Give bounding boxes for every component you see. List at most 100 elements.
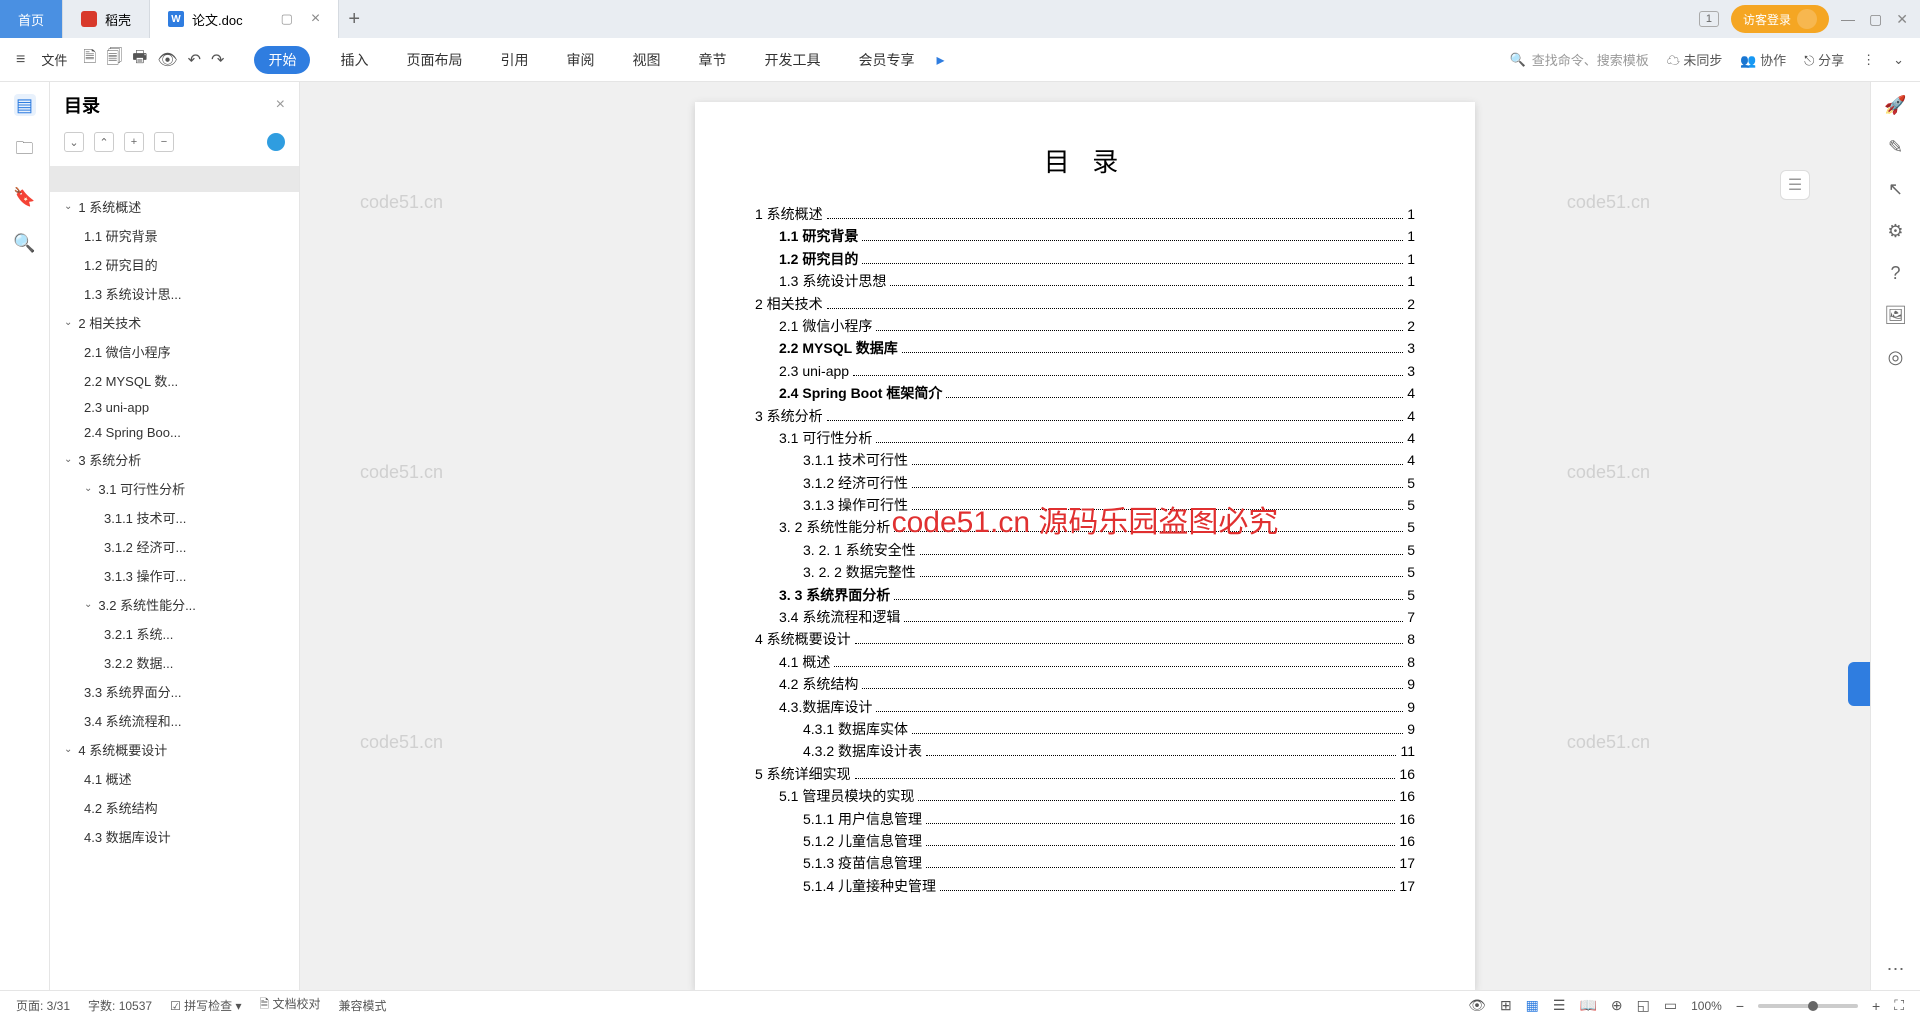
toc-entry[interactable]: 1.1 研究背景1 — [755, 225, 1415, 247]
fullscreen-icon[interactable]: ⛶ — [1894, 997, 1904, 1014]
outline-item[interactable]: 1.2 研究目的 — [50, 250, 299, 279]
collapse-all-icon[interactable]: ⌄ — [64, 132, 84, 152]
maximize-icon[interactable]: ▢ — [1869, 11, 1882, 28]
chevron-down-icon[interactable]: ⌄ — [64, 201, 72, 212]
image-icon[interactable]: 🖼 — [1885, 304, 1907, 326]
ribbon-开始[interactable]: 开始 — [254, 46, 310, 74]
outline-item[interactable]: ⌄1 系统概述 — [50, 192, 299, 221]
toc-entry[interactable]: 2.4 Spring Boot 框架简介4 — [755, 382, 1415, 404]
toc-entry[interactable]: 3.1.1 技术可行性4 — [755, 449, 1415, 471]
ribbon-视图[interactable]: 视图 — [624, 46, 668, 74]
toc-entry[interactable]: 2.3 uni-app3 — [755, 360, 1415, 382]
guest-login-button[interactable]: 访客登录 — [1731, 5, 1829, 33]
toc-entry[interactable]: 1.3 系统设计思想1 — [755, 270, 1415, 292]
view-outline-icon[interactable]: ☰ — [1553, 997, 1566, 1014]
redo-icon[interactable]: ↷ — [211, 50, 224, 70]
outline-item[interactable]: 3.4 系统流程和... — [50, 706, 299, 735]
toc-entry[interactable]: 2 相关技术2 — [755, 293, 1415, 315]
share-button[interactable]: ⎋ 分享 — [1804, 50, 1844, 69]
chevron-down-icon[interactable]: ⌄ — [64, 744, 72, 755]
remove-heading-icon[interactable]: − — [154, 132, 174, 152]
toc-entry[interactable]: 3.1 可行性分析4 — [755, 427, 1415, 449]
outline-item[interactable]: 4.2 系统结构 — [50, 793, 299, 822]
tab-document[interactable]: W 论文.doc ▢ × — [150, 0, 339, 38]
toc-entry[interactable]: 3. 2. 1 系统安全性5 — [755, 539, 1415, 561]
toc-entry[interactable]: 2.1 微信小程序2 — [755, 315, 1415, 337]
pen-icon[interactable]: ✎ — [1885, 136, 1907, 158]
zoom-thumb[interactable] — [1808, 1001, 1818, 1011]
ribbon-页面布局[interactable]: 页面布局 — [398, 46, 470, 74]
outline-item[interactable]: 3.1.3 操作可... — [50, 561, 299, 590]
toc-entry[interactable]: 4 系统概要设计8 — [755, 628, 1415, 650]
outline-item[interactable]: 3.1.1 技术可... — [50, 503, 299, 532]
command-search[interactable]: 🔍查找命令、搜索模板 — [1510, 50, 1649, 69]
zoom-slider[interactable] — [1758, 1004, 1858, 1008]
toc-entry[interactable]: 4.1 概述8 — [755, 651, 1415, 673]
chevron-down-icon[interactable]: ⌄ — [84, 599, 92, 610]
ribbon-审阅[interactable]: 审阅 — [558, 46, 602, 74]
compat-mode[interactable]: 兼容模式 — [339, 997, 387, 1014]
outline-item[interactable]: 1.3 系统设计思... — [50, 279, 299, 308]
search-rail-icon[interactable]: 🔍 — [14, 232, 36, 254]
toc-entry[interactable]: 5 系统详细实现16 — [755, 763, 1415, 785]
zoom-value[interactable]: 100% — [1691, 999, 1722, 1013]
target-icon[interactable]: ◎ — [1885, 346, 1907, 368]
tab-close-icon[interactable]: × — [311, 10, 320, 28]
outline-close-icon[interactable]: × — [276, 96, 285, 114]
toc-entry[interactable]: 5.1 管理员模块的实现16 — [755, 785, 1415, 807]
undo-icon[interactable]: ↶ — [188, 50, 201, 70]
new-tab-button[interactable]: + — [339, 0, 369, 38]
toc-entry[interactable]: 4.2 系统结构9 — [755, 673, 1415, 695]
word-count[interactable]: 字数: 10537 — [88, 997, 152, 1014]
ribbon-引用[interactable]: 引用 — [492, 46, 536, 74]
collab-button[interactable]: 👥 协作 — [1740, 50, 1786, 69]
close-icon[interactable]: ✕ — [1896, 11, 1908, 28]
outline-item[interactable] — [50, 166, 299, 192]
save-icon[interactable]: 🗎 — [83, 46, 96, 73]
toc-entry[interactable]: 1.2 研究目的1 — [755, 248, 1415, 270]
spellcheck-button[interactable]: ☑ 拼写检查 ▾ — [170, 997, 241, 1014]
outline-item[interactable]: 1.1 研究背景 — [50, 221, 299, 250]
fit-icon[interactable]: ▭ — [1664, 997, 1677, 1014]
outline-item[interactable]: ⌄2 相关技术 — [50, 308, 299, 337]
toc-entry[interactable]: 5.1.1 用户信息管理16 — [755, 808, 1415, 830]
ruler-icon[interactable]: ⊞ — [1500, 997, 1512, 1014]
menu-icon[interactable]: ≡ — [16, 51, 25, 69]
toc-entry[interactable]: 3.1.3 操作可行性5 — [755, 494, 1415, 516]
ribbon-会员专享[interactable]: 会员专享 — [850, 46, 922, 74]
toc-entry[interactable]: 4.3.数据库设计9 — [755, 696, 1415, 718]
toc-entry[interactable]: 5.1.2 儿童信息管理16 — [755, 830, 1415, 852]
outline-item[interactable]: ⌄3 系统分析 — [50, 445, 299, 474]
toc-entry[interactable]: 5.1.4 儿童接种史管理17 — [755, 875, 1415, 897]
outline-item[interactable]: 2.2 MYSQL 数... — [50, 366, 299, 395]
more-icon[interactable]: ⋮ — [1862, 52, 1875, 68]
zoom-in-icon[interactable]: + — [1872, 998, 1880, 1014]
side-handle[interactable] — [1848, 662, 1870, 706]
outline-item[interactable]: ⌄4 系统概要设计 — [50, 735, 299, 764]
tab-docer[interactable]: 稻壳 — [63, 0, 150, 38]
file-menu[interactable]: 文件 — [35, 46, 73, 73]
outline-item[interactable]: 4.1 概述 — [50, 764, 299, 793]
add-heading-icon[interactable]: + — [124, 132, 144, 152]
folder-icon[interactable]: 🗀 — [14, 140, 36, 162]
eye-icon[interactable]: 👁 — [1468, 997, 1486, 1014]
toc-entry[interactable]: 3. 2. 2 数据完整性5 — [755, 561, 1415, 583]
outline-item[interactable]: 3.3 系统界面分... — [50, 677, 299, 706]
chevron-down-icon[interactable]: ⌄ — [64, 454, 72, 465]
sync-dot-icon[interactable] — [267, 133, 285, 151]
outline-item[interactable]: 2.1 微信小程序 — [50, 337, 299, 366]
preview-icon[interactable]: 👁 — [157, 50, 177, 70]
more-tools-icon[interactable]: ⋯ — [1885, 958, 1907, 980]
zoom-out-icon[interactable]: − — [1736, 998, 1744, 1014]
minimize-icon[interactable]: — — [1841, 11, 1855, 28]
help-icon[interactable]: ? — [1885, 262, 1907, 284]
toc-entry[interactable]: 3. 2 系统性能分析5 — [755, 516, 1415, 538]
view-read-icon[interactable]: 📖 — [1579, 997, 1596, 1014]
outline-item[interactable]: ⌄3.2 系统性能分... — [50, 590, 299, 619]
ribbon-插入[interactable]: 插入 — [332, 46, 376, 74]
toc-entry[interactable]: 4.3.2 数据库设计表11 — [755, 740, 1415, 762]
tab-window-icon[interactable]: ▢ — [281, 11, 293, 27]
settings-icon[interactable]: ⚙ — [1885, 220, 1907, 242]
chevron-down-icon[interactable]: ⌄ — [64, 317, 72, 328]
window-number-icon[interactable]: 1 — [1699, 11, 1719, 27]
